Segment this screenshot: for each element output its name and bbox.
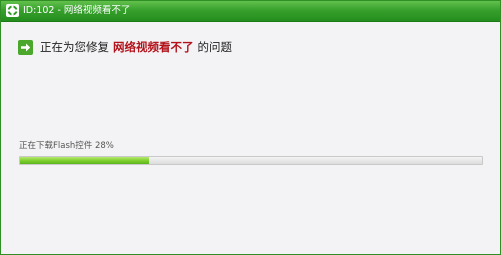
status-prefix: 正在为您修复 [40, 40, 109, 54]
progress-fill [20, 157, 150, 164]
repair-window: ID:102 - 网络视频看不了 正在为您修复 网络视频看不了 的问题 正在下载Fl… [0, 0, 501, 255]
issue-name: 网络视频看不了 [113, 40, 194, 54]
app-logo-icon [6, 4, 19, 17]
content-area: 正在为您修复 网络视频看不了 的问题 正在下载Flash控件 28% [1, 22, 500, 254]
progress-bar [19, 156, 483, 165]
window-title: ID:102 - 网络视频看不了 [23, 5, 131, 16]
status-suffix: 的问题 [197, 40, 233, 54]
title-bar[interactable]: ID:102 - 网络视频看不了 [1, 1, 500, 22]
progress-label: 正在下载Flash控件 28% [19, 141, 114, 151]
repair-status: 正在为您修复 网络视频看不了 的问题 [40, 40, 232, 55]
arrow-right-icon [18, 40, 33, 55]
